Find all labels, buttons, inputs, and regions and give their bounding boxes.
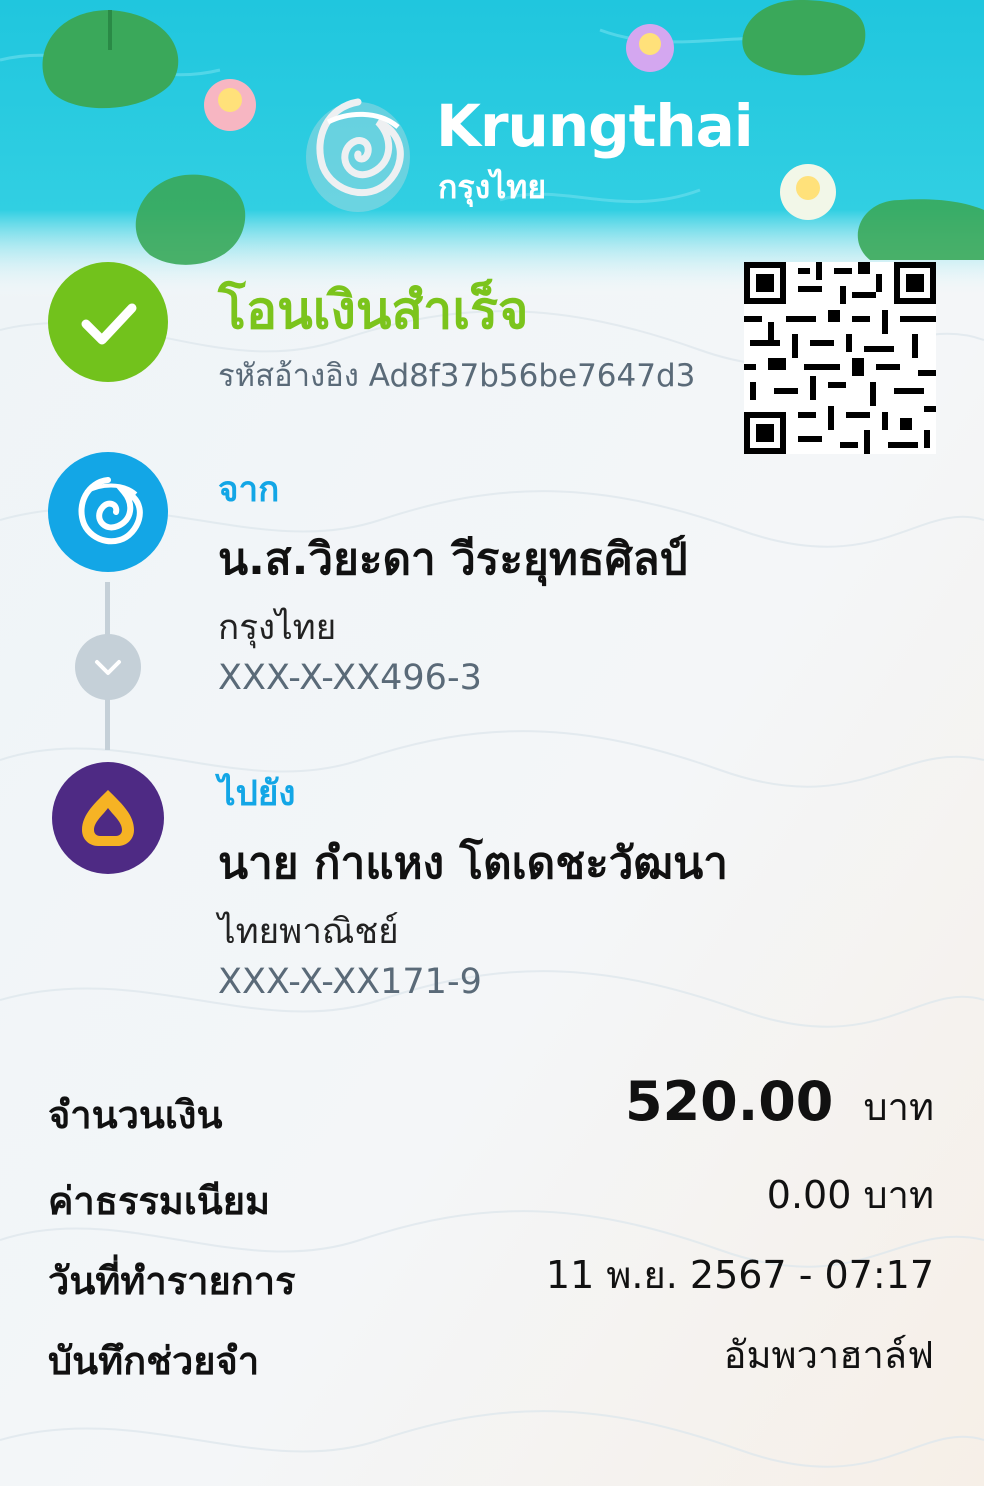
fee-value: 0.00 บาท [766, 1173, 934, 1217]
receiver-account: XXX-X-XX171-9 [218, 962, 482, 1002]
amount-row-value: 520.00 บาท [625, 1070, 934, 1137]
sender-bank: กรุงไทย [218, 608, 337, 648]
date-value: 11 พ.ย. 2567 - 07:17 [545, 1253, 934, 1297]
chevron-down-button [75, 634, 141, 700]
sender-label: จาก [218, 470, 280, 510]
sender-account: XXX-X-XX496-3 [218, 658, 482, 698]
krungthai-bird-logo-icon [306, 98, 410, 212]
reference-code: รหัสอ้างอิง Ad8f37b56be7647d3 [218, 358, 696, 394]
success-check-icon [48, 262, 168, 382]
status-title: โอนเงินสำเร็จ [218, 281, 529, 341]
memo-label: บันทึกช่วยจำ [48, 1339, 260, 1383]
header-banner: Krungthai กรุงไทย [0, 0, 984, 300]
receiver-bank-logo [52, 762, 164, 874]
date-label: วันที่ทำรายการ [48, 1259, 296, 1303]
scb-logo-icon [82, 790, 134, 846]
fee-label: ค่าธรรมเนียม [48, 1179, 271, 1223]
amount-unit: บาท [863, 1085, 934, 1129]
qr-code[interactable] [744, 262, 936, 454]
chevron-down-icon [95, 660, 121, 675]
receiver-name: นาย กำแหง โตเดชะวัฒนา [218, 838, 728, 889]
brand-name-th: กรุงไทย [438, 168, 547, 206]
amount-label: จำนวนเงิน [48, 1093, 223, 1137]
krungthai-logo: Krungthai กรุงไทย [298, 92, 754, 222]
receiver-bank: ไทยพาณิชย์ [218, 912, 399, 952]
brand-name-en: Krungthai [436, 92, 754, 160]
check-icon [81, 303, 137, 345]
receiver-label: ไปยัง [218, 774, 296, 814]
memo-value: อัมพวาฮาล์ฟ [723, 1333, 934, 1377]
sender-bank-logo [48, 452, 168, 572]
lotus-flower-icon [204, 79, 256, 131]
amount-value: 520.00 [625, 1070, 834, 1133]
sender-name: น.ส.วิยะดา วีระยุทธศิลป์ [218, 534, 688, 585]
krungthai-bird-icon [78, 477, 143, 545]
